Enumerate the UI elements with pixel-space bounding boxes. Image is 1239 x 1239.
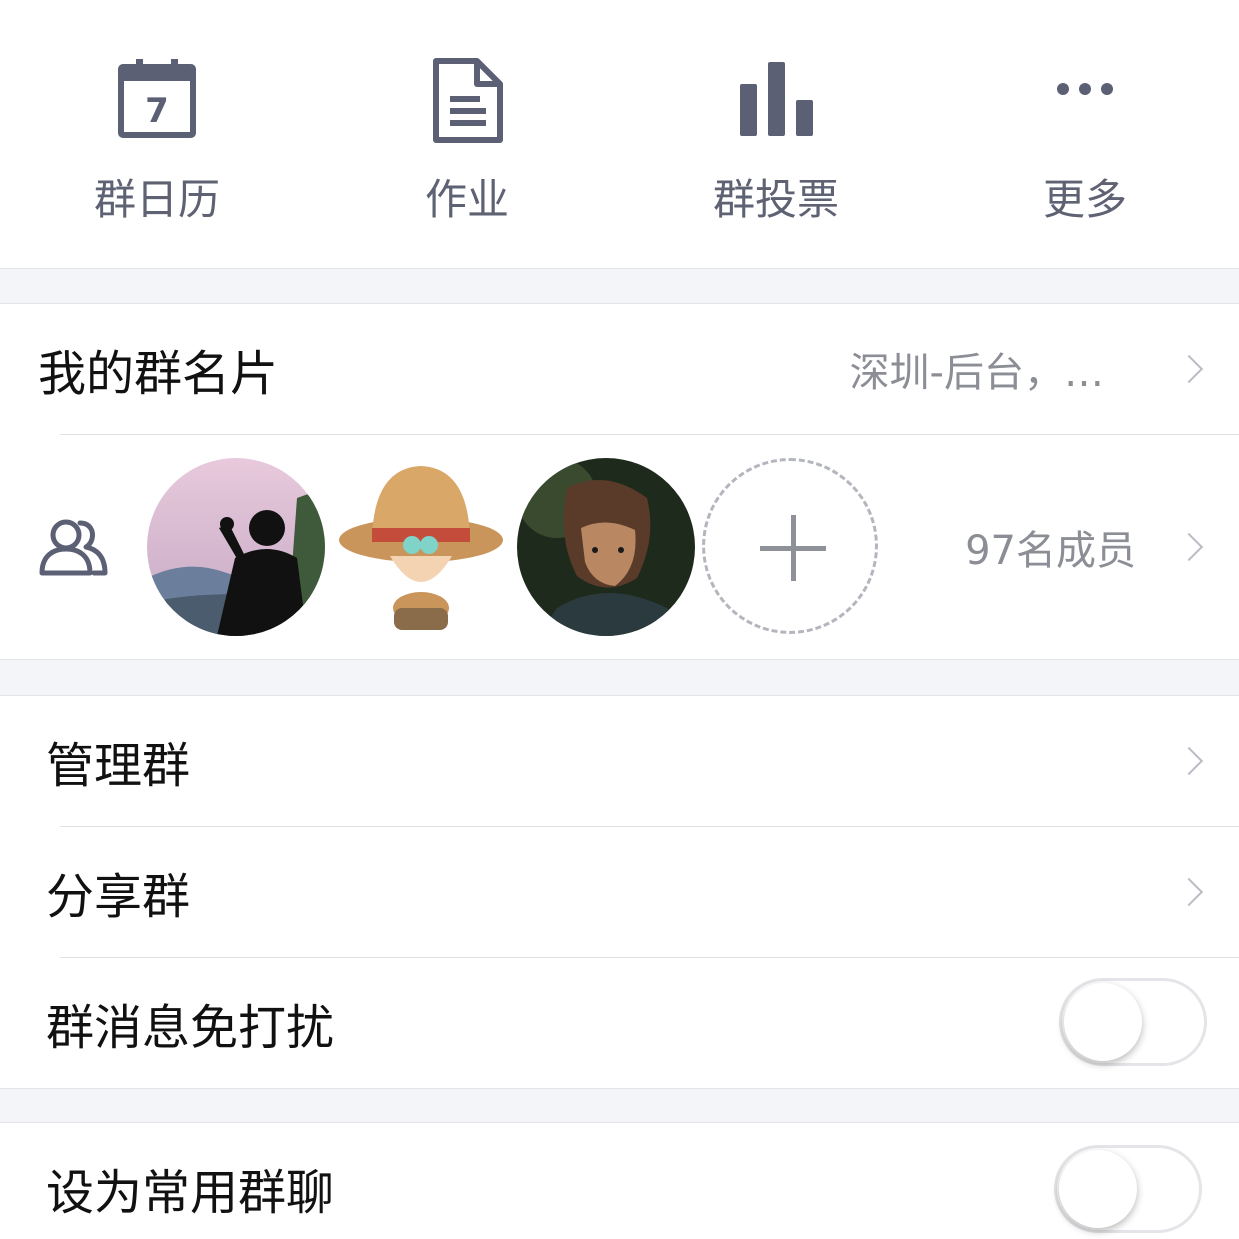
toggle-knob <box>1059 1150 1137 1228</box>
avatar-cartoon-hat <box>332 458 510 636</box>
quick-action-label: 群投票 <box>712 175 839 224</box>
chevron-right-icon <box>1174 354 1204 384</box>
more-dots-icon <box>1057 83 1113 95</box>
add-member-button[interactable] <box>702 458 878 634</box>
chevron-right-icon <box>1174 877 1204 907</box>
settings-row-label: 管理群 <box>46 738 191 794</box>
chevron-right-icon <box>1174 532 1204 562</box>
avatar[interactable] <box>147 458 325 636</box>
members-count: 97名成员 <box>965 528 1136 574</box>
homework-button[interactable]: 作业 <box>367 56 567 226</box>
quick-action-label: 群日历 <box>93 175 220 224</box>
my-group-card-label: 我的群名片 <box>38 346 279 402</box>
my-group-card-row[interactable]: 我的群名片 深圳-后台，… <box>0 304 1239 434</box>
settings-row-label: 设为常用群聊 <box>46 1165 335 1221</box>
document-icon <box>433 58 503 143</box>
group-vote-button[interactable]: 群投票 <box>676 56 876 226</box>
bar-chart-icon <box>740 62 813 136</box>
quick-actions-bar: 7 群日历 作业 群投票 更多 <box>0 0 1239 268</box>
more-button[interactable]: 更多 <box>985 56 1185 226</box>
mute-notifications-toggle[interactable] <box>1059 978 1207 1066</box>
chevron-right-icon <box>1174 746 1204 776</box>
quick-action-label: 更多 <box>1042 175 1127 224</box>
calendar-icon: 7 <box>118 59 196 138</box>
calendar-day: 7 <box>145 91 169 131</box>
section-gap <box>0 268 1239 304</box>
group-calendar-button[interactable]: 7 群日历 <box>57 56 257 226</box>
section-gap <box>0 1088 1239 1123</box>
share-group-row[interactable]: 分享群 <box>0 827 1239 957</box>
mute-notifications-row: 群消息免打扰 <box>0 958 1239 1088</box>
avatar-landscape <box>147 458 325 636</box>
settings-row-label: 分享群 <box>46 869 191 925</box>
toggle-knob <box>1064 983 1142 1061</box>
frequent-chat-toggle[interactable] <box>1054 1145 1202 1233</box>
frequent-chat-row: 设为常用群聊 <box>0 1123 1239 1239</box>
section-gap <box>0 659 1239 696</box>
settings-row-label: 群消息免打扰 <box>46 1000 335 1056</box>
manage-group-row[interactable]: 管理群 <box>0 696 1239 826</box>
my-group-card-value: 深圳-后台，… <box>849 350 1104 396</box>
avatar[interactable] <box>332 458 510 636</box>
avatar-portrait <box>517 458 695 636</box>
quick-action-label: 作业 <box>424 175 509 224</box>
plus-icon <box>791 515 796 581</box>
avatar[interactable] <box>517 458 695 636</box>
members-icon <box>39 519 108 576</box>
